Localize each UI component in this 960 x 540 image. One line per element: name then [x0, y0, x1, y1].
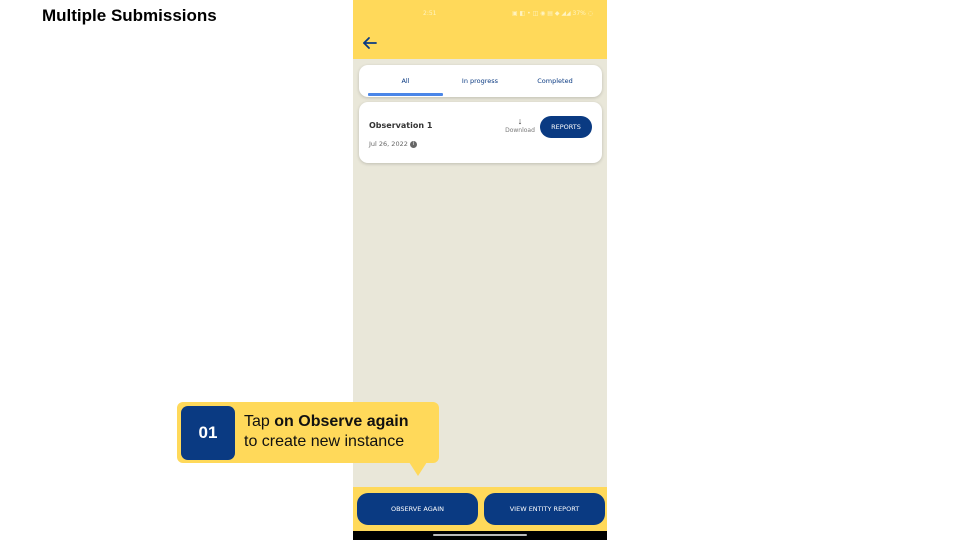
- observation-date: Jul 26, 2022: [369, 140, 408, 148]
- tab-bar: All In progress Completed: [359, 65, 602, 97]
- download-icon: ↓: [517, 116, 523, 126]
- observation-card[interactable]: Observation 1 Jul 26, 2022 i ↓ Download …: [359, 102, 602, 163]
- callout-pointer: [409, 462, 427, 476]
- tab-selected-indicator: [368, 93, 443, 96]
- info-icon[interactable]: i: [409, 140, 417, 148]
- tab-completed[interactable]: Completed: [517, 65, 593, 97]
- tab-in-progress[interactable]: In progress: [443, 65, 517, 97]
- slide-title: Multiple Submissions: [42, 6, 217, 25]
- download-label: Download: [505, 127, 535, 134]
- callout-emphasis: on Observe again: [274, 413, 409, 430]
- system-nav-bar: [353, 531, 607, 540]
- home-handle[interactable]: [433, 534, 527, 536]
- download-button[interactable]: ↓ Download: [500, 116, 540, 134]
- app-header: 2:51 ▣ ◧ • ◫ ◉ ▤ ◆ ◢◢ 37% ◌: [353, 0, 607, 59]
- observation-title: Observation 1: [369, 121, 433, 130]
- view-entity-report-button[interactable]: VIEW ENTITY REPORT: [484, 493, 605, 525]
- observation-date-row: Jul 26, 2022 i: [369, 140, 417, 148]
- bottom-action-bar: OBSERVE AGAIN VIEW ENTITY REPORT: [353, 487, 607, 531]
- status-icons: ▣ ◧ • ◫ ◉ ▤ ◆ ◢◢ 37% ◌: [511, 10, 593, 17]
- arrow-left-icon[interactable]: [361, 34, 379, 52]
- callout-prefix: Tap: [244, 413, 275, 430]
- callout-text: Tap on Observe again to create new insta…: [244, 412, 409, 452]
- step-number-badge: 01: [181, 406, 235, 460]
- slide: Multiple Submissions 2:51 ▣ ◧ • ◫ ◉ ▤ ◆ …: [0, 0, 960, 540]
- observe-again-button[interactable]: OBSERVE AGAIN: [357, 493, 478, 525]
- status-time: 2:51: [423, 10, 437, 17]
- reports-button[interactable]: REPORTS: [540, 116, 592, 138]
- instruction-callout: 01 Tap on Observe again to create new in…: [177, 402, 439, 463]
- callout-line2: to create new instance: [244, 433, 405, 450]
